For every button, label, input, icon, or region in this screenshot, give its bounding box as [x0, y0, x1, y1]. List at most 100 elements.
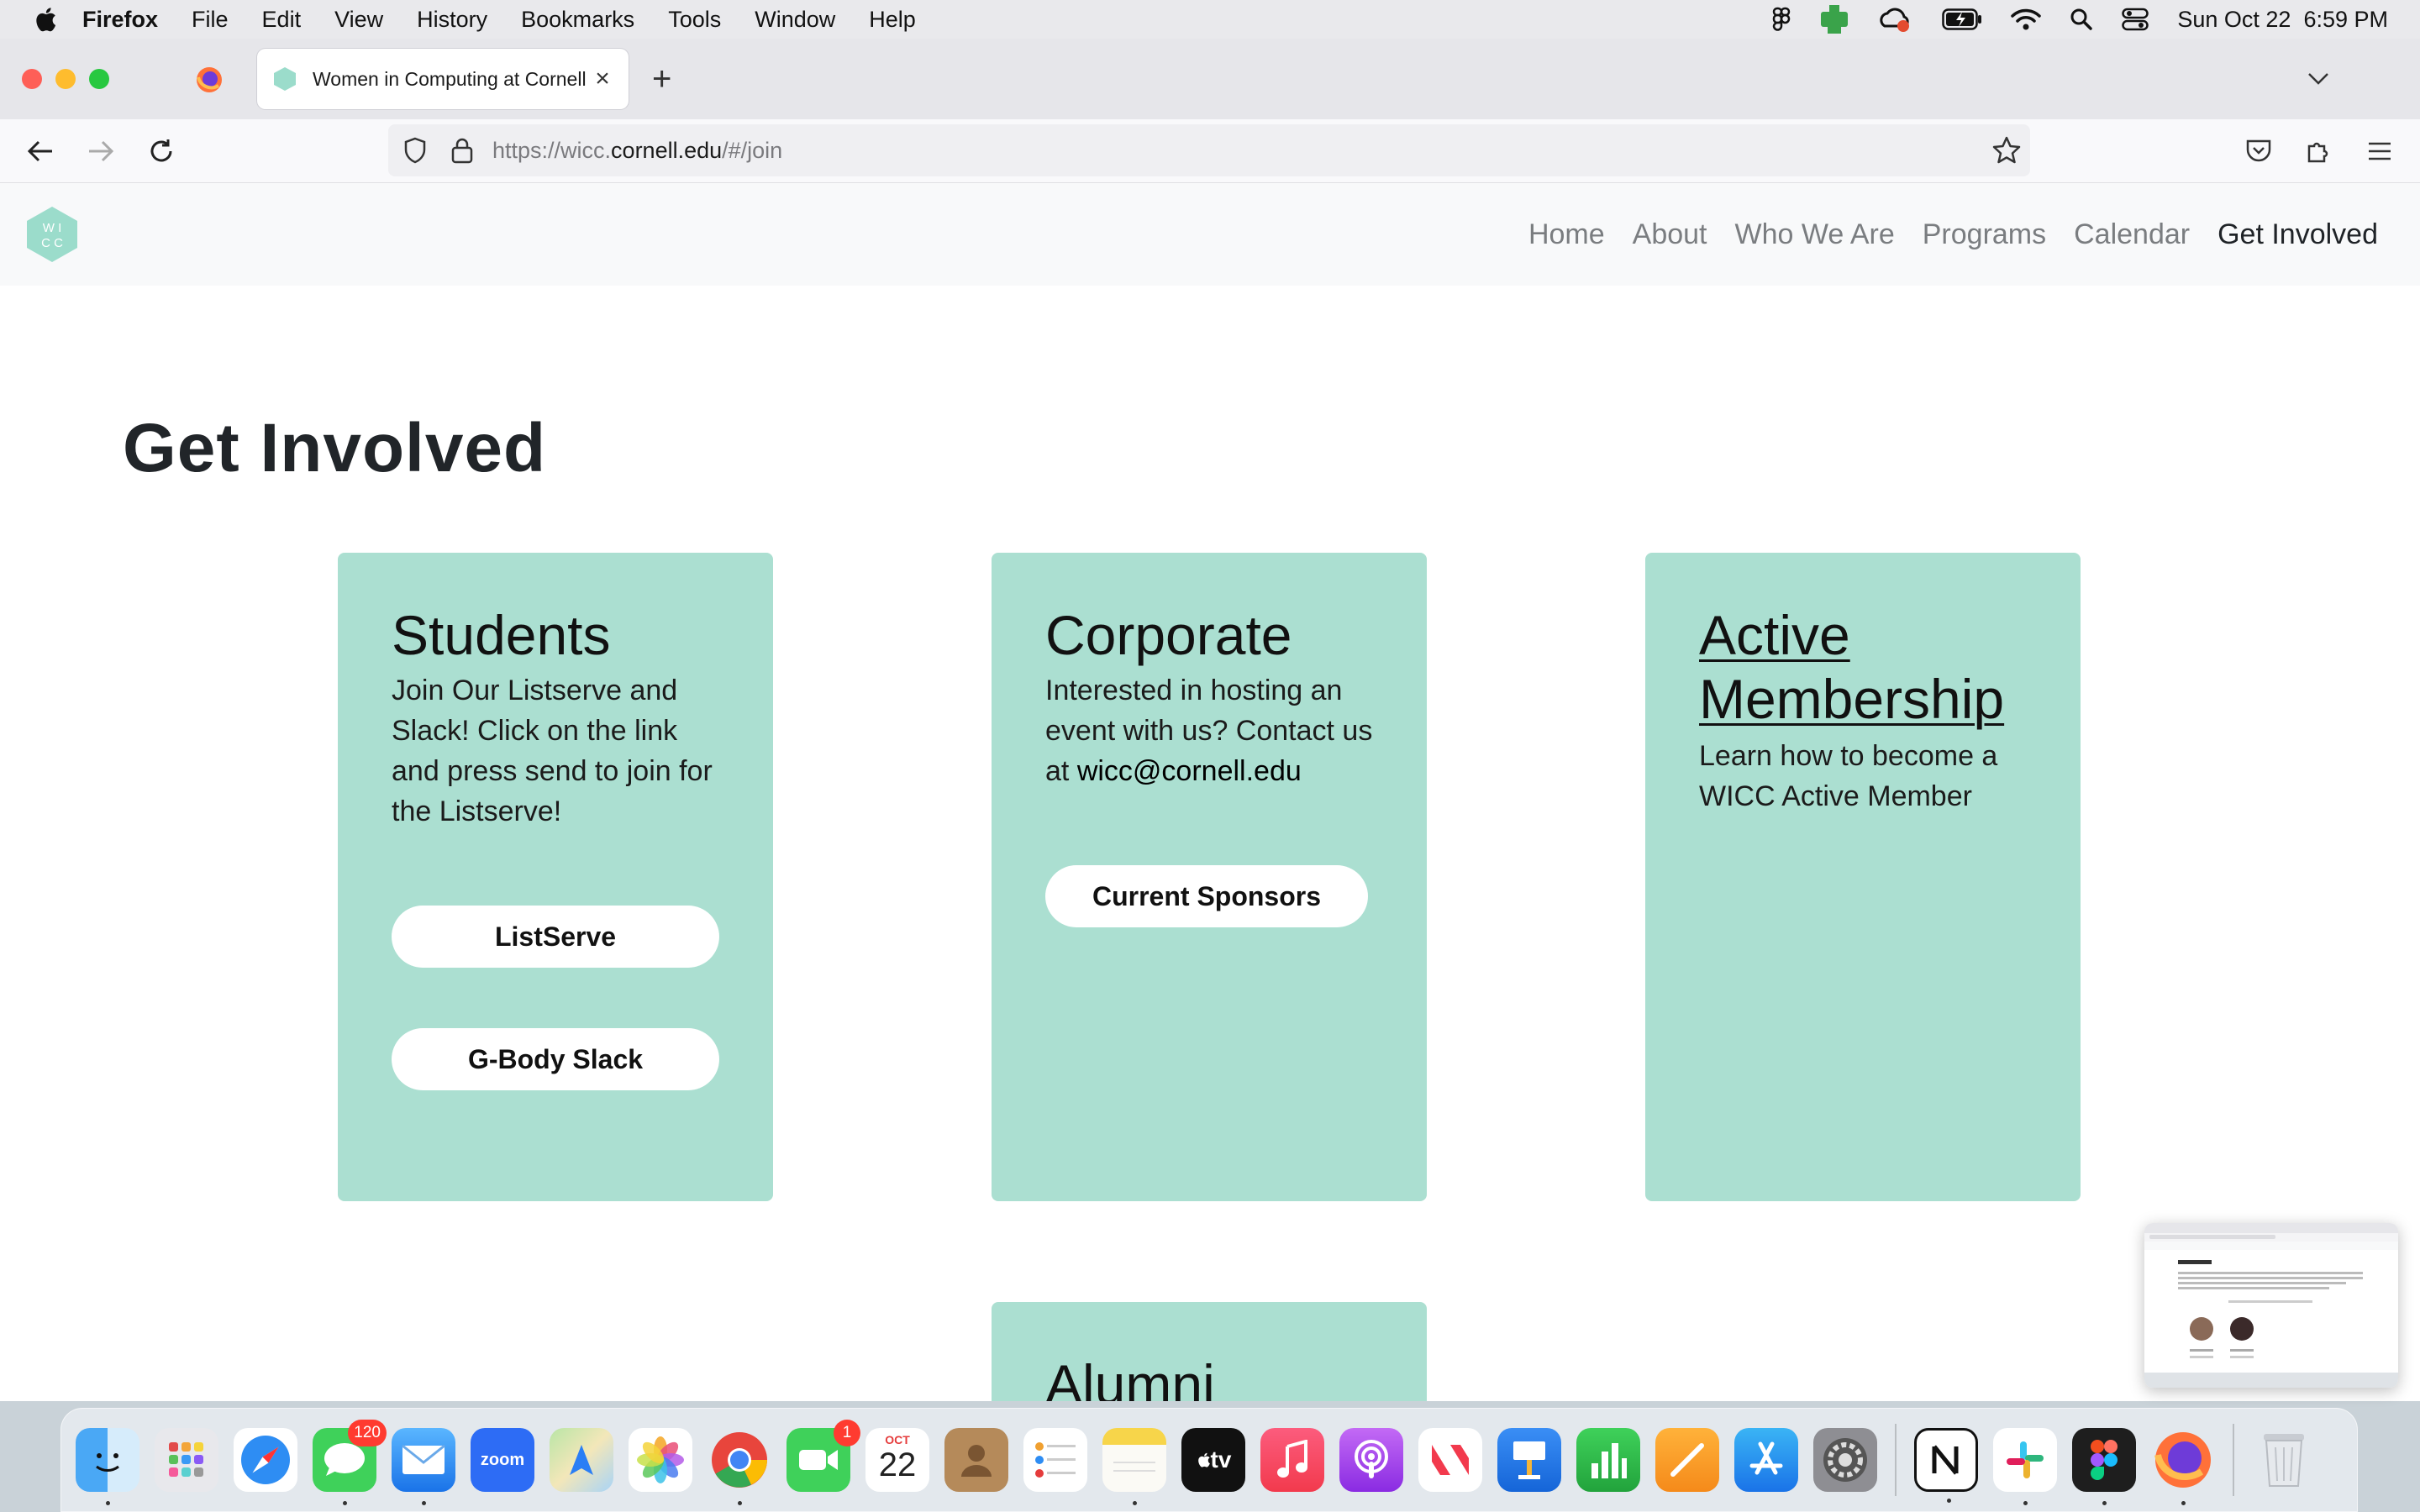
dock-reminders[interactable] — [1023, 1428, 1087, 1492]
dock-calendar[interactable]: OCT 22 — [865, 1428, 929, 1492]
navigation-toolbar: https://wicc.cornell.edu/#/join — [0, 119, 2420, 183]
nav-programs[interactable]: Programs — [1923, 218, 2046, 251]
bookmark-star-icon[interactable] — [1990, 134, 2023, 167]
dock-figma[interactable] — [2072, 1428, 2136, 1505]
dock-finder[interactable] — [76, 1428, 139, 1505]
menu-window[interactable]: Window — [755, 7, 835, 33]
maps-arrow-icon — [570, 1445, 593, 1475]
students-card-title: Students — [392, 604, 611, 666]
tracking-shield-icon[interactable] — [398, 134, 432, 167]
window-preview-thumbnail[interactable] — [2144, 1223, 2398, 1388]
puzzle-piece-icon — [2307, 142, 2328, 163]
firefox-pinned-tab-icon[interactable] — [195, 66, 224, 94]
running-indicator — [1133, 1501, 1137, 1505]
dock-firefox[interactable] — [2151, 1428, 2215, 1505]
dock: 120 zoom 1 OCT 22 tv — [60, 1408, 2358, 1512]
tab-active[interactable]: Women in Computing at Cornell × — [257, 49, 629, 109]
dock-slack[interactable] — [1993, 1428, 2057, 1505]
creative-cloud-icon[interactable] — [1878, 6, 1913, 33]
dock-safari[interactable] — [234, 1428, 297, 1492]
dock-music[interactable] — [1260, 1428, 1324, 1492]
dock-pages[interactable] — [1655, 1428, 1719, 1492]
nav-about[interactable]: About — [1633, 218, 1707, 251]
dock-mail[interactable] — [392, 1428, 455, 1505]
figma-status-icon[interactable] — [1772, 7, 1791, 32]
zoom-app-label: zoom — [480, 1450, 525, 1469]
dock-podcasts[interactable] — [1339, 1428, 1403, 1492]
dock-news[interactable] — [1418, 1428, 1482, 1492]
dock-launchpad[interactable] — [155, 1428, 218, 1492]
menu-help[interactable]: Help — [869, 7, 916, 33]
apple-menu-icon[interactable] — [32, 5, 57, 34]
dock-trash[interactable] — [2252, 1428, 2316, 1492]
window-close-button[interactable] — [22, 69, 42, 89]
nav-get-involved[interactable]: Get Involved — [2217, 218, 2378, 251]
app-menu-button[interactable] — [2363, 134, 2396, 168]
keynote-podium-icon — [1513, 1441, 1545, 1479]
menu-view[interactable]: View — [334, 7, 383, 33]
battery-icon[interactable] — [1942, 8, 1982, 30]
gbody-slack-button[interactable]: G-Body Slack — [392, 1028, 719, 1090]
facetime-badge: 1 — [834, 1420, 860, 1446]
window-minimize-button[interactable] — [55, 69, 76, 89]
extensions-button[interactable] — [2302, 134, 2336, 168]
page-title: Get Involved — [123, 410, 547, 486]
nav-home[interactable]: Home — [1528, 218, 1605, 251]
back-button[interactable] — [24, 134, 57, 168]
nav-who-we-are[interactable]: Who We Are — [1735, 218, 1895, 251]
listserve-button[interactable]: ListServe — [392, 906, 719, 968]
dock-apple-tv[interactable]: tv — [1181, 1428, 1245, 1492]
dock-chrome[interactable] — [708, 1428, 771, 1505]
dock-app-store[interactable] — [1734, 1428, 1798, 1492]
running-indicator — [2023, 1501, 2028, 1505]
dock-keynote[interactable] — [1497, 1428, 1561, 1492]
firefox-icon — [2154, 1432, 2211, 1488]
reload-button[interactable] — [145, 134, 178, 168]
menu-edit[interactable]: Edit — [262, 7, 302, 33]
dock-system-settings[interactable] — [1813, 1428, 1877, 1492]
reminders-list-icon — [1035, 1442, 1076, 1478]
dock-maps[interactable] — [550, 1428, 613, 1492]
lock-icon[interactable] — [445, 134, 479, 167]
nav-calendar[interactable]: Calendar — [2074, 218, 2190, 251]
menu-bookmarks[interactable]: Bookmarks — [521, 7, 634, 33]
web-page: W I C C Home About Who We Are Programs C… — [0, 183, 2420, 1401]
window-zoom-button[interactable] — [89, 69, 109, 89]
dock-notes[interactable] — [1102, 1428, 1166, 1505]
dock-facetime[interactable]: 1 — [786, 1420, 860, 1492]
music-note-icon — [1277, 1440, 1307, 1478]
control-center-icon[interactable] — [2122, 8, 2149, 31]
menu-history[interactable]: History — [417, 7, 487, 33]
new-tab-button[interactable]: + — [652, 62, 671, 96]
tab-close-icon[interactable]: × — [592, 65, 613, 92]
membership-card-title-link[interactable]: Active Membership — [1699, 603, 2052, 731]
photos-flower-icon — [637, 1436, 684, 1483]
current-sponsors-button[interactable]: Current Sponsors — [1045, 865, 1368, 927]
menu-app-name[interactable]: Firefox — [82, 7, 158, 33]
menu-clock[interactable]: Sun Oct 22 6:59 PM — [2177, 7, 2388, 33]
dock-zoom[interactable]: zoom — [471, 1428, 534, 1492]
url-bar[interactable]: https://wicc.cornell.edu/#/join — [388, 124, 2030, 176]
figma-icon — [2091, 1440, 2118, 1480]
spotlight-search-icon[interactable] — [2070, 8, 2093, 31]
dock-notion[interactable] — [1914, 1428, 1978, 1503]
corporate-email-link[interactable]: wicc@cornell.edu — [1077, 755, 1302, 787]
pocket-button[interactable] — [2242, 134, 2275, 168]
wicc-logo[interactable]: W I C C — [25, 205, 79, 264]
dock-messages[interactable]: 120 — [313, 1420, 387, 1505]
logo-text-bottom: C C — [41, 236, 63, 250]
dock-photos[interactable] — [629, 1428, 692, 1492]
menu-file[interactable]: File — [192, 7, 229, 33]
url-text[interactable]: https://wicc.cornell.edu/#/join — [492, 138, 782, 164]
dock-numbers[interactable] — [1576, 1428, 1640, 1492]
finder-icon — [96, 1453, 119, 1472]
gear-icon — [1823, 1438, 1867, 1482]
dock-contacts[interactable] — [944, 1428, 1008, 1492]
chevron-down-icon[interactable] — [2306, 66, 2331, 91]
forward-button[interactable] — [84, 134, 118, 168]
apple-logo-icon — [1197, 1452, 1210, 1467]
membership-card-text: Learn how to become a WICC Active Member — [1699, 740, 1998, 812]
green-extension-icon[interactable] — [1819, 5, 1849, 34]
menu-tools[interactable]: Tools — [668, 7, 721, 33]
wifi-icon[interactable] — [2011, 8, 2042, 31]
